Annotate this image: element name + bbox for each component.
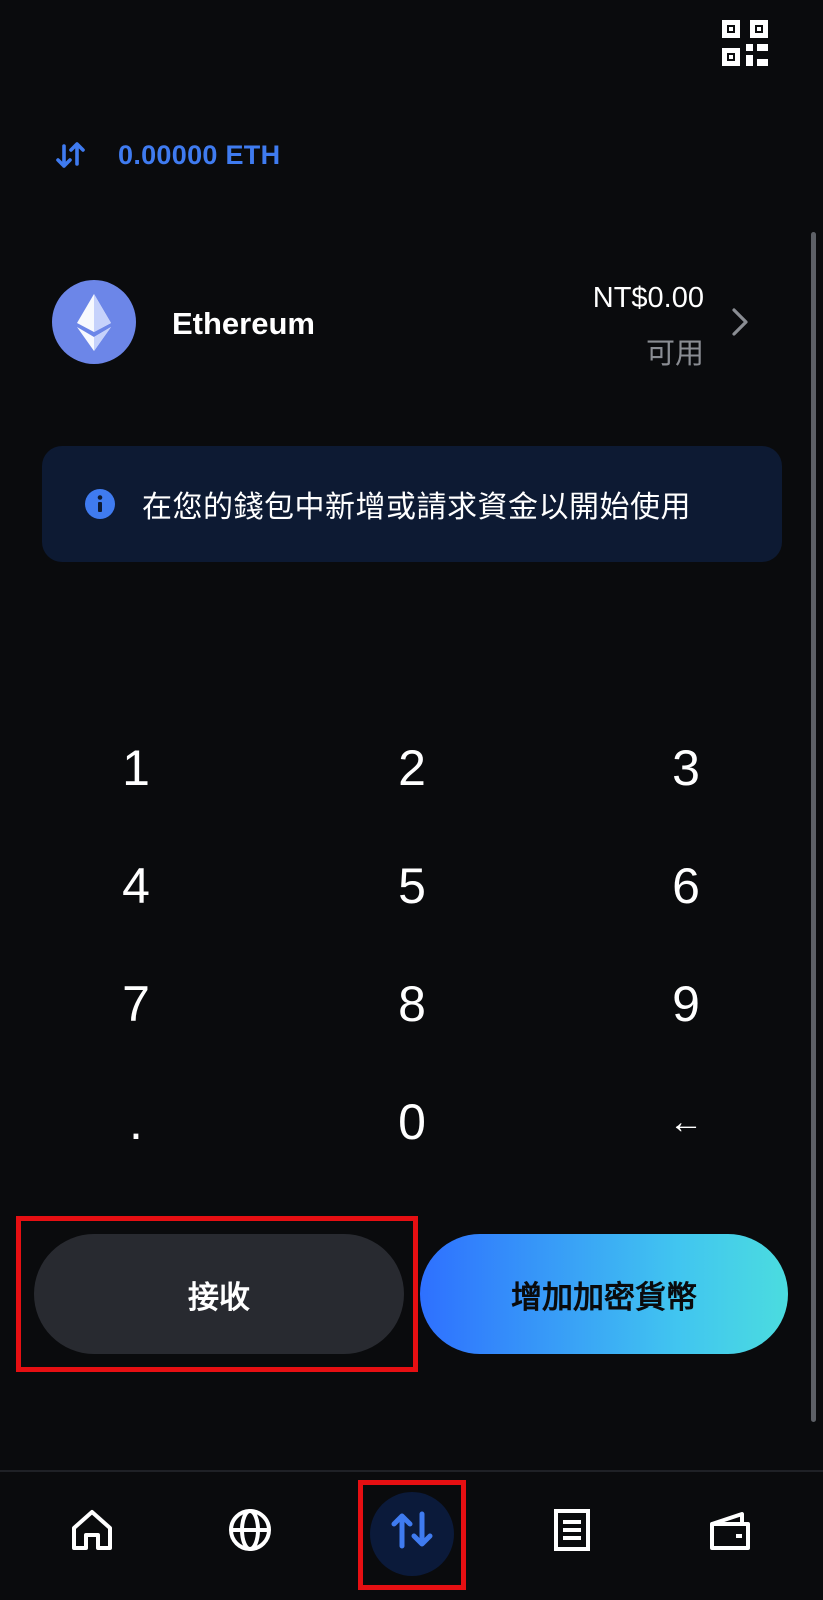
wallet-icon[interactable]: [694, 1494, 766, 1566]
asset-status: 可用: [645, 338, 704, 370]
info-banner: 在您的錢包中新增或請求資金以開始使用: [42, 446, 782, 562]
key-2[interactable]: 2: [352, 718, 472, 818]
highlight-box: [16, 1216, 418, 1372]
key-8[interactable]: 8: [352, 954, 472, 1054]
key-3[interactable]: 3: [626, 718, 746, 818]
globe-icon[interactable]: [214, 1494, 286, 1566]
send-screen: 0.00000 ETH Ethereum NT$0.00 可用 在您的錢包中新增…: [0, 0, 823, 1600]
chevron-right-icon: [732, 308, 748, 336]
key-5[interactable]: 5: [352, 836, 472, 936]
key-0[interactable]: 0: [352, 1072, 472, 1172]
asset-row-ethereum[interactable]: Ethereum NT$0.00 可用: [52, 280, 768, 370]
backspace-key[interactable]: ←: [626, 1072, 746, 1172]
asset-name: Ethereum: [172, 306, 315, 341]
info-icon: [85, 489, 115, 519]
key-1[interactable]: 1: [76, 718, 196, 818]
home-icon[interactable]: [56, 1494, 128, 1566]
highlight-box: [358, 1480, 466, 1590]
key-decimal[interactable]: .: [76, 1072, 196, 1172]
qr-code-icon[interactable]: [722, 20, 768, 66]
key-4[interactable]: 4: [76, 836, 196, 936]
swap-arrows-icon[interactable]: [54, 138, 88, 172]
info-message: 在您的錢包中新增或請求資金以開始使用: [142, 491, 691, 524]
ethereum-logo: [52, 280, 136, 364]
nav-divider: [0, 1470, 823, 1472]
crypto-amount: 0.00000 ETH: [118, 139, 281, 170]
scrollbar[interactable]: [811, 232, 816, 1422]
asset-fiat-value: NT$0.00: [592, 282, 704, 314]
key-9[interactable]: 9: [626, 954, 746, 1054]
add-crypto-button[interactable]: 增加加密貨幣: [420, 1234, 788, 1354]
key-7[interactable]: 7: [76, 954, 196, 1054]
list-icon[interactable]: [536, 1494, 608, 1566]
key-6[interactable]: 6: [626, 836, 746, 936]
amount-row: 0.00000 ETH: [54, 138, 280, 172]
